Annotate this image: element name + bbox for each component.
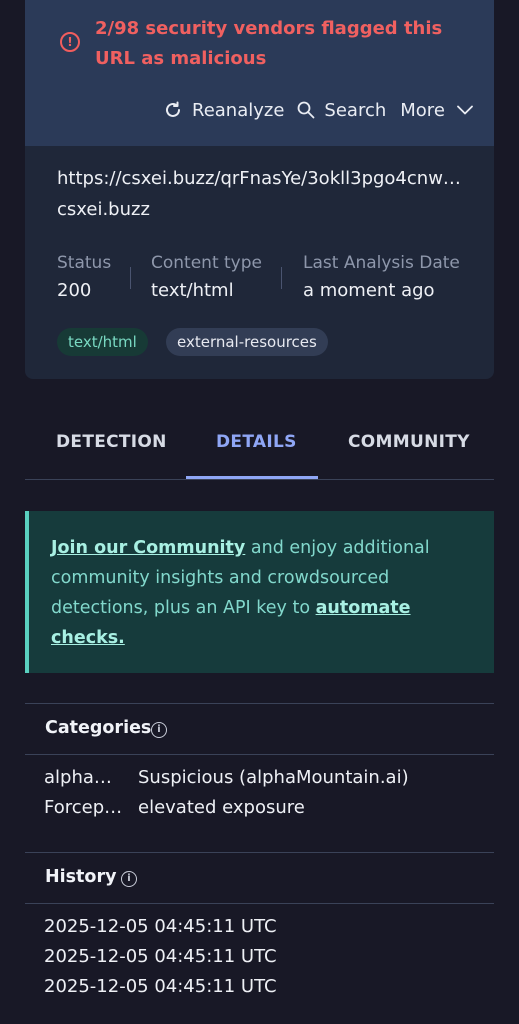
reanalyze-label: Reanalyze (192, 99, 285, 121)
tab-details[interactable]: DETAILS (216, 432, 297, 452)
detection-alert-banner: ! 2/98 security vendors flagged this URL… (25, 0, 494, 146)
status-label: Status (57, 253, 112, 273)
chevron-down-icon (456, 105, 473, 115)
tag-text-html[interactable]: text/html (57, 328, 148, 356)
last-analysis-value: a moment ago (303, 280, 435, 301)
search-label: Search (324, 99, 387, 121)
promo-text: Join our Community and enjoy additional … (51, 533, 471, 653)
tag-external-resources[interactable]: external-resources (166, 328, 328, 356)
history-row: 2025-12-05 04:45:11 UTC (44, 916, 277, 937)
status-value: 200 (57, 280, 92, 301)
tab-bar: DETECTION DETAILS COMMUNITY (25, 424, 494, 481)
join-community-link[interactable]: Join our Community (51, 538, 245, 558)
divider (130, 267, 131, 289)
community-promo-banner: Join our Community and enjoy additional … (25, 511, 494, 673)
status-field: Status 200 (57, 250, 111, 306)
url-summary-card: ! 2/98 security vendors flagged this URL… (25, 0, 494, 379)
alert-circle-icon: ! (60, 32, 80, 52)
more-label: More (400, 99, 445, 121)
categories-title: Categories (45, 718, 152, 738)
history-title: History (45, 867, 117, 887)
history-header: History i (25, 852, 494, 904)
tab-divider (25, 479, 494, 480)
info-icon[interactable]: i (121, 871, 137, 887)
search-icon (298, 101, 315, 119)
history-row: 2025-12-05 04:45:11 UTC (44, 976, 277, 997)
last-analysis-label: Last Analysis Date (303, 253, 460, 273)
content-type-value: text/html (151, 280, 234, 301)
categories-header: Categories i (25, 703, 494, 755)
category-value: Suspicious (alphaMountain.ai) (138, 767, 409, 788)
search-button[interactable]: Search (297, 100, 386, 121)
tab-community[interactable]: COMMUNITY (348, 432, 470, 452)
more-button[interactable]: More (400, 100, 473, 121)
tab-detection[interactable]: DETECTION (56, 432, 167, 452)
content-type-field: Content type text/html (151, 250, 262, 306)
analyzed-domain[interactable]: csxei.buzz (57, 199, 150, 220)
refresh-icon (166, 101, 180, 117)
alert-text: 2/98 security vendors flagged this URL a… (95, 18, 443, 69)
history-row: 2025-12-05 04:45:11 UTC (44, 946, 277, 967)
category-value: elevated exposure (138, 797, 305, 818)
content-type-label: Content type (151, 253, 262, 273)
category-source: alphaMountain.ai (44, 767, 126, 788)
reanalyze-button[interactable]: Reanalyze (163, 100, 284, 121)
action-bar: Reanalyze Search More (163, 96, 473, 124)
divider (281, 267, 282, 289)
category-source: Forcepoint ThreatSeeker (44, 797, 126, 818)
analyzed-url: https://csxei.buzz/qrFnasYe/3okll3pgo4cn… (57, 168, 467, 189)
last-analysis-field: Last Analysis Date a moment ago (303, 250, 460, 306)
info-icon[interactable]: i (151, 722, 167, 738)
